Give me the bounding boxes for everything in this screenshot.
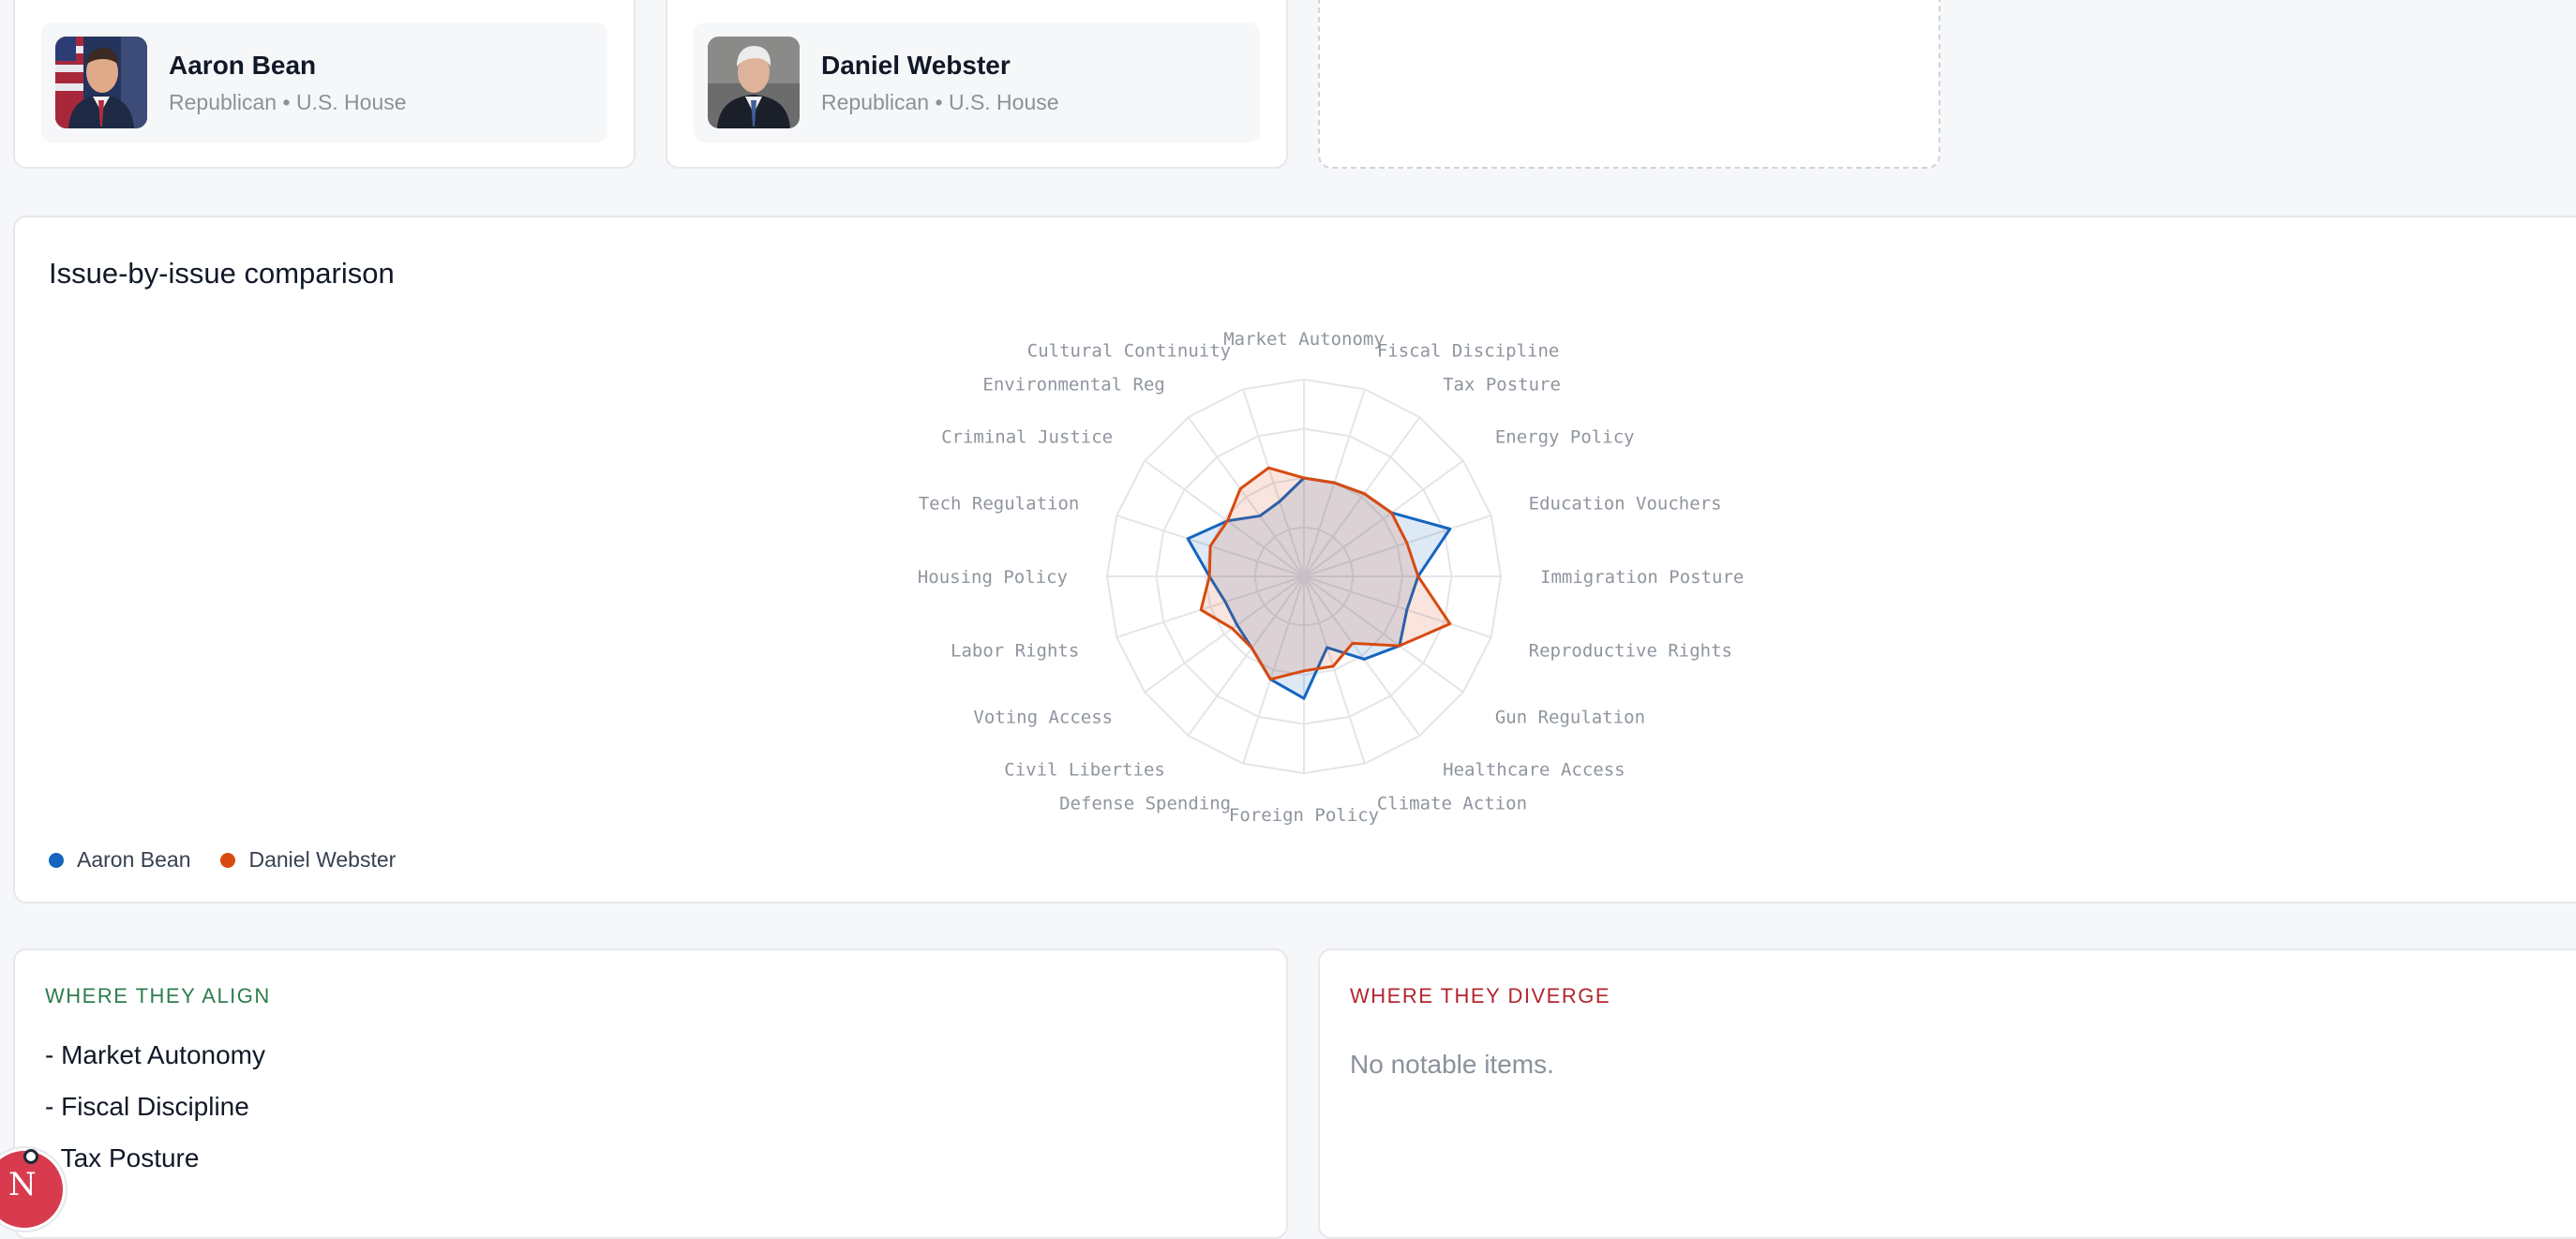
radar-axis-label: Tech Regulation (919, 494, 1080, 515)
radar-axis-label: Education Vouchers (1529, 494, 1722, 515)
radar-axis-label: Defense Spending (1059, 794, 1231, 814)
radar-axis-label: Gun Regulation (1495, 707, 1645, 727)
legend-label: Daniel Webster (248, 847, 397, 872)
avatar (708, 37, 800, 128)
radar-axis-label: Housing Policy (918, 567, 1068, 588)
align-item: - Fiscal Discipline (45, 1092, 249, 1121)
radar-axis-label: Immigration Posture (1540, 567, 1744, 588)
legend-swatch (49, 852, 64, 868)
radar-axis-label: Cultural Continuity (1027, 340, 1231, 361)
meta-separator: • (282, 90, 291, 114)
radar-axis-label: Reproductive Rights (1529, 640, 1732, 661)
radar-axis-label: Voting Access (973, 707, 1113, 727)
member-party-chamber: Republican • U.S. House (821, 90, 1059, 115)
nextjs-dev-indicator-icon: N (8, 1166, 37, 1203)
member-party: Republican (169, 90, 277, 114)
radar-axis-label: Healthcare Access (1443, 759, 1625, 780)
chart-legend: Aaron Bean Daniel Webster (49, 847, 426, 873)
align-item: - Tax Posture (45, 1143, 200, 1172)
diverge-panel: WHERE THEY DIVERGE No notable items. (1318, 948, 2576, 1239)
radar-axis-label: Labor Rights (951, 640, 1079, 661)
add-member-slot[interactable] (1318, 0, 1940, 169)
legend-item-daniel-webster[interactable]: Daniel Webster (220, 847, 396, 873)
align-heading: WHERE THEY ALIGN (45, 984, 271, 1008)
radar-axis-label: Market Autonomy (1223, 329, 1385, 350)
member-row[interactable]: Daniel Webster Republican • U.S. House (694, 22, 1260, 142)
member-card-aaron-bean: Aaron Bean Republican • U.S. House (13, 0, 636, 169)
portrait-photo-icon (708, 37, 800, 128)
diverge-heading: WHERE THEY DIVERGE (1350, 984, 1611, 1008)
align-panel: WHERE THEY ALIGN - Market Autonomy - Fis… (13, 948, 1288, 1239)
comparison-card: Issue-by-issue comparison Market Autonom… (13, 216, 2576, 903)
member-chamber: U.S. House (295, 90, 407, 114)
legend-swatch (220, 852, 236, 868)
portrait-photo-icon (55, 37, 147, 128)
radar-chart: Market AutonomyFiscal Discipline Tax Post… (918, 329, 1745, 826)
radar-axis-label: Fiscal Discipline (1377, 340, 1559, 361)
radar-axis-label: Foreign Policy (1229, 805, 1379, 826)
legend-item-aaron-bean[interactable]: Aaron Bean (49, 847, 190, 873)
radar-axis-label: Civil Liberties (1004, 759, 1165, 780)
radar-axis-label: Environmental Reg (982, 375, 1164, 396)
diverge-empty-text: No notable items. (1350, 1050, 1554, 1079)
member-row[interactable]: Aaron Bean Republican • U.S. House (41, 22, 607, 142)
align-item: - Market Autonomy (45, 1040, 265, 1069)
radar-axis-label: Climate Action (1377, 794, 1527, 814)
status-dot-icon (23, 1149, 38, 1164)
legend-label: Aaron Bean (77, 847, 191, 872)
avatar (55, 37, 147, 128)
member-name: Daniel Webster (821, 51, 1011, 80)
member-chamber: U.S. House (948, 90, 1059, 114)
member-name: Aaron Bean (169, 51, 317, 80)
member-party-chamber: Republican • U.S. House (169, 90, 407, 115)
meta-separator: • (935, 90, 943, 114)
radar-axis-label: Tax Posture (1443, 375, 1561, 396)
member-card-daniel-webster: Daniel Webster Republican • U.S. House (666, 0, 1288, 169)
radar-axis-label: Criminal Justice (941, 427, 1113, 448)
member-party: Republican (821, 90, 930, 114)
radar-axis-label: Energy Policy (1495, 427, 1635, 448)
